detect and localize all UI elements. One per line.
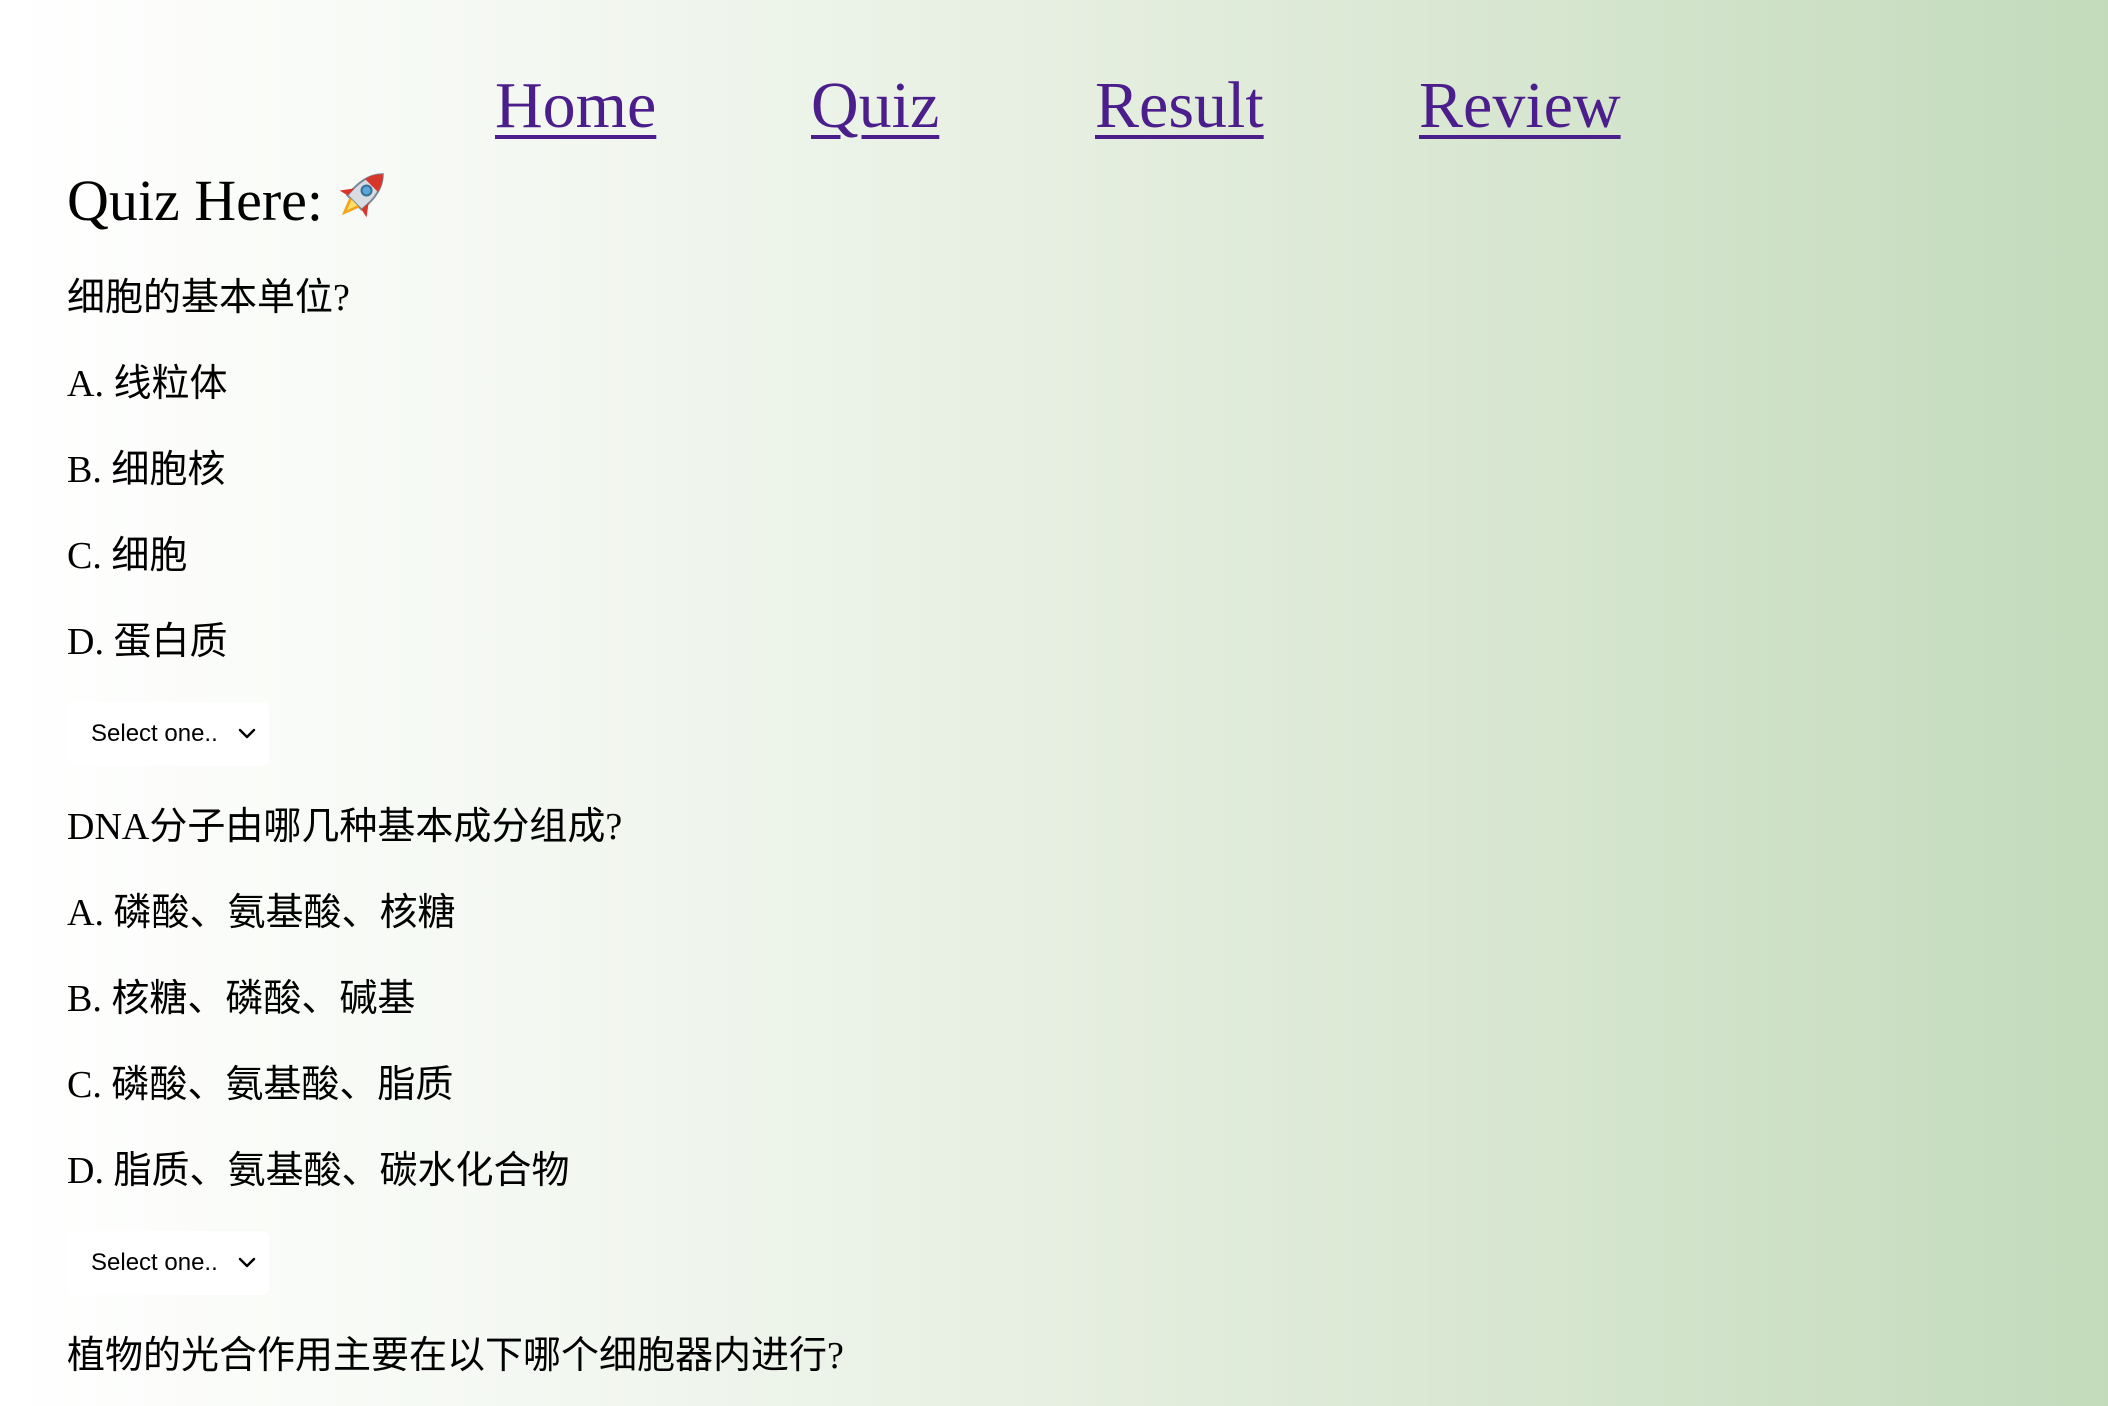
question-1-option-b: B. 细胞核 (67, 449, 226, 491)
question-2-select-value: Select one.. (91, 1249, 218, 1276)
question-2-option-d: D. 脂质、氨基酸、碳水化合物 (67, 1150, 570, 1192)
question-1-option-d: D. 蛋白质 (67, 621, 228, 663)
chevron-down-icon (238, 1257, 256, 1268)
nav-link-home[interactable]: Home (495, 66, 656, 146)
page-title-text: Quiz Here: (67, 168, 324, 233)
question-1-text: 细胞的基本单位? (67, 277, 350, 319)
question-1-select-value: Select one.. (91, 720, 218, 747)
page-title: Quiz Here: (67, 162, 395, 238)
question-2-option-a: A. 磷酸、氨基酸、核糖 (67, 892, 456, 934)
question-1-option-a: A. 线粒体 (67, 363, 228, 405)
nav-link-review[interactable]: Review (1419, 66, 1621, 146)
question-3-text: 植物的光合作用主要在以下哪个细胞器内进行? (67, 1335, 844, 1377)
question-2-answer-select[interactable]: Select one.. (67, 1231, 269, 1295)
question-1-answer-select[interactable]: Select one.. (67, 702, 269, 766)
chevron-down-icon (238, 728, 256, 739)
rocket-icon (339, 173, 384, 218)
question-2-option-c: C. 磷酸、氨基酸、脂质 (67, 1064, 454, 1106)
nav-link-quiz[interactable]: Quiz (811, 66, 939, 146)
top-nav: Home Quiz Result Review (0, 66, 2108, 146)
question-2-text: DNA分子由哪几种基本成分组成? (67, 806, 623, 848)
question-1-option-c: C. 细胞 (67, 535, 188, 577)
question-2-option-b: B. 核糖、磷酸、碱基 (67, 978, 416, 1020)
nav-link-result[interactable]: Result (1095, 66, 1264, 146)
